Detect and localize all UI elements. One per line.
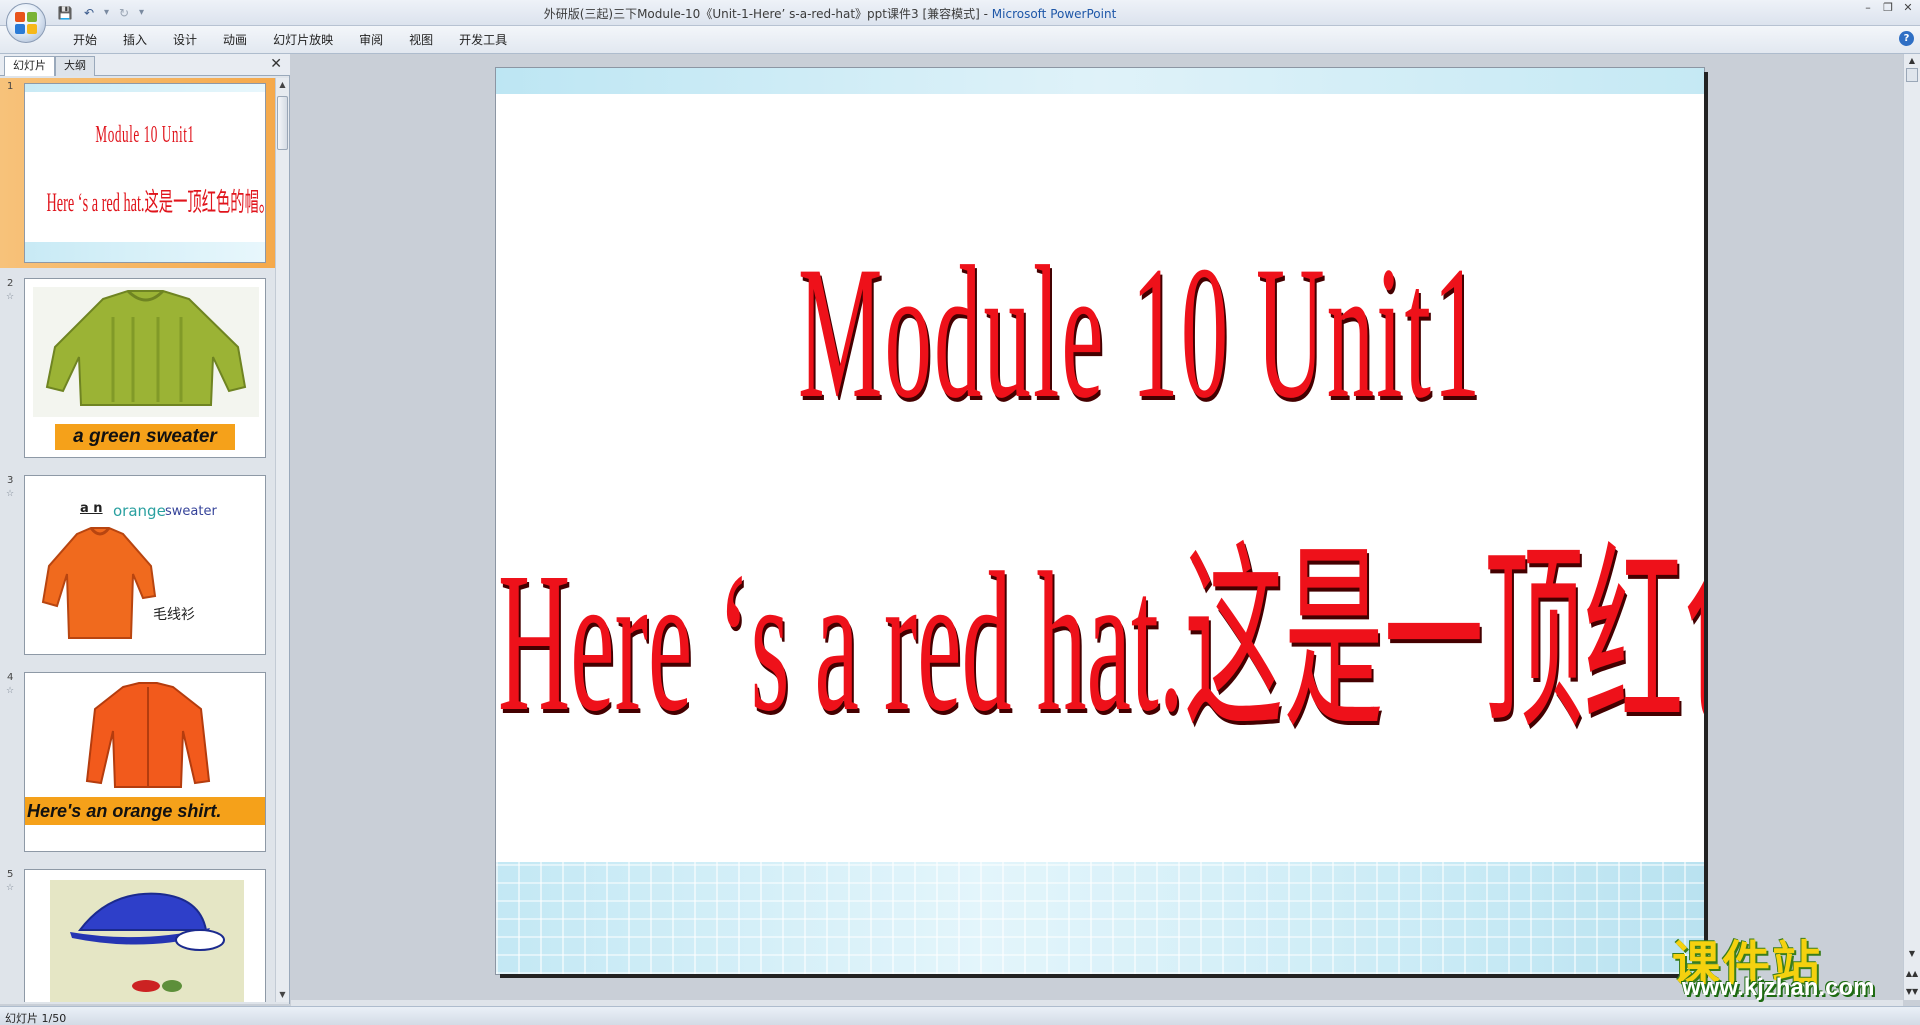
thumb-title: Module 10 Unit1 — [95, 122, 195, 148]
slide-thumbnail-row[interactable]: 1 Module 10 Unit1 Here ‘s a red hat.这是一顶… — [0, 78, 276, 268]
restore-icon[interactable]: ❐ — [1882, 2, 1894, 14]
slide-thumbnail-3[interactable]: a n orange sweater 毛线衫 — [24, 475, 266, 655]
help-icon[interactable]: ? — [1899, 31, 1914, 46]
thumb-noun: sweater — [165, 504, 217, 519]
tab-animations[interactable]: 动画 — [210, 30, 260, 50]
thumb-label: a green sweater — [55, 424, 235, 450]
thumb-label: Here's an orange shirt. — [25, 797, 265, 825]
thumb-color-word: orange — [113, 502, 166, 520]
thumb-cn-label: 毛线衫 — [153, 607, 195, 623]
slide-thumbnail-row[interactable]: 4 ☆ Here's an orange shirt. — [0, 669, 276, 859]
blue-cap-image — [50, 880, 244, 1002]
slide-thumbnail-5[interactable] — [24, 869, 266, 1002]
slide-number: 1 — [7, 81, 14, 92]
watermark-logo: 课件站 www.kjzhan.com — [1672, 924, 1918, 1004]
slide-thumbnail-2[interactable]: a green sweater — [24, 278, 266, 458]
main-vertical-scrollbar[interactable]: ▲ ▼ ▲▲ ▼▼ — [1903, 54, 1920, 1000]
slides-panel-scrollbar[interactable]: ▲ ▼ — [275, 78, 289, 1002]
panel-tabs: 幻灯片 大纲 ✕ — [0, 54, 290, 76]
tab-developer[interactable]: 开发工具 — [446, 30, 520, 50]
close-icon[interactable]: ✕ — [1902, 2, 1914, 14]
slide-subtitle[interactable]: Here ‘s a red hat.这是一顶红色的帽。. — [498, 543, 1704, 743]
app-name: Microsoft PowerPoint — [991, 7, 1117, 21]
slide-thumbnail-row[interactable]: 2 ☆ a green sweater — [0, 275, 276, 465]
current-slide[interactable]: Module 10 Unit1 Here ‘s a red hat.这是一顶红色… — [496, 68, 1704, 974]
animation-star-icon: ☆ — [6, 292, 15, 302]
scroll-up-icon[interactable]: ▲ — [1905, 54, 1919, 67]
thumb-article: a n — [80, 501, 103, 516]
animation-star-icon: ☆ — [6, 489, 15, 499]
slide-thumbnail-row[interactable]: 5 ☆ — [0, 866, 276, 1002]
scroll-down-icon[interactable]: ▼ — [276, 988, 289, 1002]
slide-title[interactable]: Module 10 Unit1 — [798, 238, 1480, 428]
watermark-url: www.kjzhan.com — [1682, 974, 1875, 1001]
minimize-icon[interactable]: – — [1862, 2, 1874, 14]
thumb-bottom-band — [25, 242, 265, 262]
slide-number: 5 — [7, 869, 14, 880]
tab-home[interactable]: 开始 — [60, 30, 110, 50]
slide-bottom-grid-pattern — [496, 862, 1704, 974]
slide-number: 3 — [7, 475, 14, 486]
slide-thumbnails: 1 Module 10 Unit1 Here ‘s a red hat.这是一顶… — [0, 78, 276, 1002]
scroll-thumb[interactable] — [277, 96, 288, 150]
tab-outline[interactable]: 大纲 — [55, 56, 95, 76]
status-bar: 幻灯片 1/50 — [0, 1006, 1920, 1025]
tab-design[interactable]: 设计 — [160, 30, 210, 50]
tab-view[interactable]: 视图 — [396, 30, 446, 50]
thumb-subtitle: Here ‘s a red hat.这是一顶红色的帽。. — [46, 188, 266, 217]
tab-review[interactable]: 审阅 — [346, 30, 396, 50]
slide-number: 2 — [7, 278, 14, 289]
ribbon-tabs: 开始 插入 设计 动画 幻灯片放映 审阅 视图 开发工具 — [60, 30, 520, 50]
orange-shirt-image — [83, 681, 213, 791]
tab-slides[interactable]: 幻灯片 — [4, 56, 55, 76]
powerpoint-window: 💾 ↶ ▾ ↻ ▾ 外研版(三起)三下Module-10《Unit-1-Here… — [0, 0, 1920, 1025]
slide-number: 4 — [7, 672, 14, 683]
window-controls: – ❐ ✕ — [1862, 2, 1914, 14]
animation-star-icon: ☆ — [6, 686, 15, 696]
window-title: 外研版(三起)三下Module-10《Unit-1-Here’ s-a-red-… — [0, 5, 1660, 22]
title-bar: 💾 ↶ ▾ ↻ ▾ 外研版(三起)三下Module-10《Unit-1-Here… — [0, 0, 1920, 43]
green-sweater-image — [33, 287, 259, 417]
scroll-up-icon[interactable]: ▲ — [276, 78, 289, 92]
tab-slideshow[interactable]: 幻灯片放映 — [260, 30, 346, 50]
slide-thumbnail-1[interactable]: Module 10 Unit1 Here ‘s a red hat.这是一顶红色… — [24, 83, 266, 263]
slide-top-band — [496, 68, 1704, 94]
slides-panel: 幻灯片 大纲 ✕ 1 Module 10 Unit1 Here ‘s a red… — [0, 54, 290, 1004]
slide-editing-area: Module 10 Unit1 Here ‘s a red hat.这是一顶红色… — [291, 54, 1903, 1000]
orange-sweater-image — [39, 526, 159, 646]
slide-thumbnail-row[interactable]: 3 ☆ a n orange sweater 毛线衫 — [0, 472, 276, 662]
document-title: 外研版(三起)三下Module-10《Unit-1-Here’ s-a-red-… — [543, 7, 992, 21]
animation-star-icon: ☆ — [6, 883, 15, 893]
slide-thumbnail-4[interactable]: Here's an orange shirt. — [24, 672, 266, 852]
office-logo-icon — [15, 12, 37, 34]
thumb-top-band — [25, 84, 265, 92]
panel-close-icon[interactable]: ✕ — [270, 56, 282, 72]
tab-insert[interactable]: 插入 — [110, 30, 160, 50]
scroll-thumb[interactable] — [1906, 68, 1918, 82]
ribbon: 开始 插入 设计 动画 幻灯片放映 审阅 视图 开发工具 ? — [0, 26, 1920, 54]
slide-counter: 幻灯片 1/50 — [5, 1012, 67, 1025]
office-button[interactable] — [6, 3, 46, 43]
